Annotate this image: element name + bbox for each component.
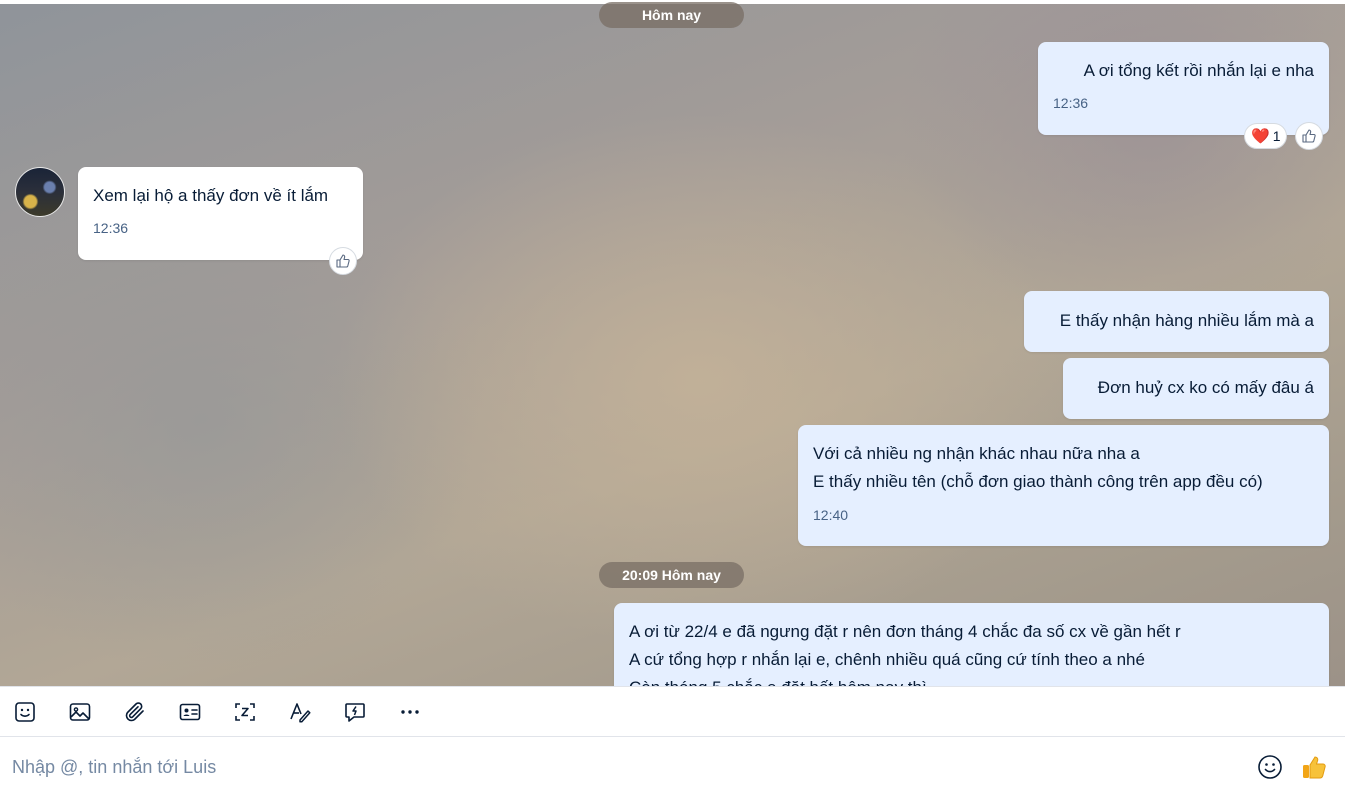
like-reaction-button[interactable]: [329, 247, 357, 275]
message-text-line: Còn tháng 5 chắc e đặt hết hôm nay thì .…: [629, 674, 1314, 686]
message-text: E thấy nhận hàng nhiều lắm mà a: [1059, 311, 1314, 330]
more-icon: [401, 710, 419, 714]
message-text-line: Với cả nhiều ng nhận khác nhau nữa nha a: [813, 444, 1140, 463]
screenshot-icon: [235, 703, 255, 721]
message-bubble-incoming[interactable]: Xem lại hộ a thấy đơn về ít lắm 12:36: [78, 167, 363, 260]
thumbs-up-icon: [1302, 129, 1316, 143]
message-time: 12:36: [93, 220, 129, 236]
text-format-button[interactable]: [287, 699, 313, 725]
text-format-icon: [290, 703, 311, 723]
message-time: 12:36: [1053, 95, 1089, 111]
send-contact-button[interactable]: [177, 699, 203, 725]
quick-message-button[interactable]: [342, 699, 368, 725]
more-options-button[interactable]: [397, 699, 423, 725]
image-icon: [69, 703, 91, 721]
message-time: 12:40: [813, 507, 849, 523]
reaction-summary[interactable]: ❤️ 1: [1244, 123, 1288, 149]
message-text: A ơi tổng kết rồi nhắn lại e nha: [1083, 61, 1314, 80]
message-text: Đơn huỷ cx ko có mấy đâu á: [1097, 378, 1314, 397]
message-bubble-outgoing[interactable]: A ơi từ 22/4 e đã ngưng đặt r nên đơn th…: [614, 603, 1329, 686]
emoji-icon: [1258, 755, 1282, 779]
chat-area: Hôm nay A ơi tổng kết rồi nhắn lại e nha…: [0, 0, 1345, 686]
send-image-button[interactable]: [67, 699, 93, 725]
message-bubble-outgoing[interactable]: E thấy nhận hàng nhiều lắm mà a: [1024, 291, 1329, 352]
heart-icon: ❤️: [1251, 128, 1270, 145]
attach-file-button[interactable]: [122, 699, 148, 725]
sticker-icon: [15, 702, 35, 722]
date-divider: Hôm nay: [599, 2, 744, 28]
date-divider: 20:09 Hôm nay: [599, 562, 744, 588]
emoji-button[interactable]: [1256, 753, 1284, 781]
send-like-button[interactable]: [1300, 753, 1328, 781]
message-text: Xem lại hộ a thấy đơn về ít lắm: [93, 186, 329, 205]
message-text-line: E thấy nhiều tên (chỗ đơn giao thành côn…: [813, 472, 1263, 491]
message-text-line: A cứ tổng hợp r nhắn lại e, chênh nhiều …: [629, 650, 1145, 669]
reaction-count: 1: [1272, 128, 1281, 144]
message-input[interactable]: [12, 753, 1212, 781]
message-text-line: A ơi từ 22/4 e đã ngưng đặt r nên đơn th…: [629, 622, 1181, 641]
screenshot-button[interactable]: [232, 699, 258, 725]
sticker-button[interactable]: [12, 699, 38, 725]
message-bubble-outgoing[interactable]: A ơi tổng kết rồi nhắn lại e nha 12:36: [1038, 42, 1329, 135]
composer: [0, 737, 1345, 794]
message-bubble-outgoing[interactable]: Đơn huỷ cx ko có mấy đâu á: [1063, 358, 1329, 419]
contact-card-icon: [179, 703, 201, 721]
composer-toolbar: [0, 686, 1345, 737]
thumbs-up-icon: [336, 254, 350, 268]
thumbs-up-icon: [1303, 756, 1326, 779]
like-reaction-button[interactable]: [1295, 122, 1323, 150]
contact-avatar[interactable]: [15, 167, 65, 217]
message-bubble-outgoing[interactable]: Với cả nhiều ng nhận khác nhau nữa nha a…: [798, 425, 1329, 546]
attachment-icon: [125, 702, 144, 722]
quick-message-icon: [345, 703, 365, 722]
